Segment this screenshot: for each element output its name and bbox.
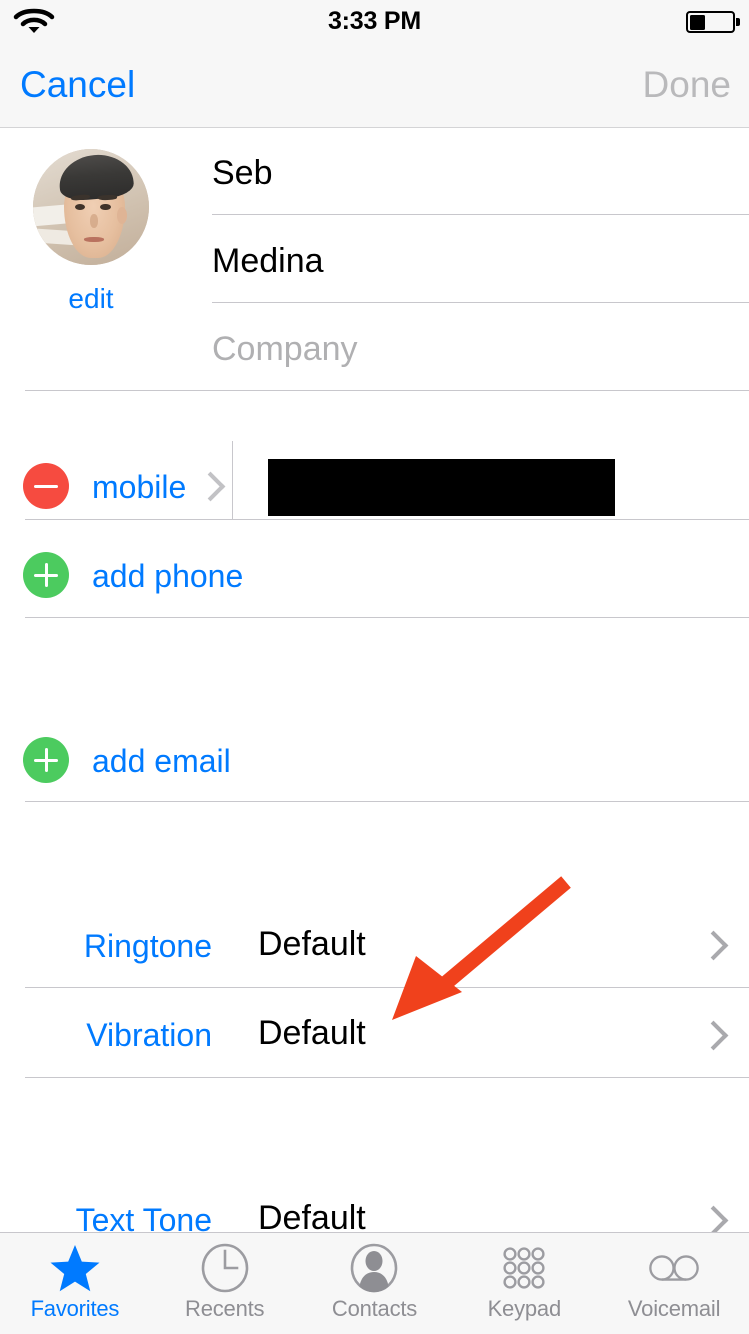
avatar-block: edit <box>33 149 149 315</box>
field-divider <box>212 214 749 215</box>
phone-number-redaction[interactable] <box>268 459 615 516</box>
status-bar-time: 3:33 PM <box>327 7 422 35</box>
avatar-eye <box>74 203 86 210</box>
clock-icon <box>198 1242 252 1294</box>
field-divider <box>212 302 749 303</box>
chevron-right-icon <box>195 471 226 502</box>
tab-label: Contacts <box>331 1296 418 1321</box>
battery-level-fill <box>689 14 706 30</box>
status-bar: 3:33 PM <box>0 0 749 42</box>
phone-app-screen: 3:33 PM Cancel Done edit Seb Medina Comp… <box>0 0 749 1334</box>
avatar-nose <box>89 213 98 228</box>
edit-photo-link[interactable]: edit <box>33 283 149 315</box>
ringtone-label[interactable]: Ringtone <box>52 928 212 965</box>
plus-icon <box>44 563 48 587</box>
tab-label: Favorites <box>30 1296 120 1321</box>
vibration-value: Default <box>258 1014 366 1052</box>
row-separator <box>232 441 233 519</box>
chevron-right-icon <box>698 930 729 961</box>
avatar[interactable] <box>33 149 149 265</box>
remove-phone-button[interactable] <box>23 463 69 509</box>
keypad-icon <box>497 1242 551 1294</box>
chevron-right-icon <box>698 1020 729 1051</box>
navigation-bar: Cancel Done <box>0 42 749 128</box>
text-tone-value: Default <box>258 1199 366 1232</box>
avatar-ear <box>116 207 127 225</box>
tab-favorites[interactable]: Favorites <box>0 1233 150 1334</box>
tab-label: Recents <box>185 1296 265 1321</box>
last-name-field[interactable]: Medina <box>212 217 749 305</box>
field-divider <box>25 987 749 988</box>
voicemail-icon <box>647 1242 701 1294</box>
tab-recents[interactable]: Recents <box>150 1233 300 1334</box>
add-email-label[interactable]: add email <box>92 743 231 780</box>
tab-label: Keypad <box>487 1296 562 1321</box>
phone-type-label[interactable]: mobile <box>92 469 186 506</box>
add-phone-label[interactable]: add phone <box>92 558 243 595</box>
field-divider <box>25 519 749 520</box>
company-field[interactable]: Company <box>212 305 749 393</box>
add-phone-button[interactable] <box>23 552 69 598</box>
person-icon <box>347 1242 401 1294</box>
field-divider <box>25 390 749 391</box>
minus-icon <box>34 484 58 488</box>
ringtone-value: Default <box>258 925 366 963</box>
done-button[interactable]: Done <box>643 42 731 127</box>
text-tone-label[interactable]: Text Tone <box>52 1202 212 1232</box>
first-name-field[interactable]: Seb <box>212 129 749 217</box>
vibration-label[interactable]: Vibration <box>52 1017 212 1054</box>
tab-contacts[interactable]: Contacts <box>300 1233 450 1334</box>
edit-contact-form: edit Seb Medina Company mobile add phone <box>0 129 749 1232</box>
avatar-eye <box>100 203 111 210</box>
avatar-mouth <box>84 237 104 242</box>
chevron-right-icon <box>698 1205 729 1232</box>
field-divider <box>25 1077 749 1078</box>
cancel-button[interactable]: Cancel <box>20 42 135 127</box>
add-email-button[interactable] <box>23 737 69 783</box>
tab-voicemail[interactable]: Voicemail <box>599 1233 749 1334</box>
plus-icon <box>44 748 48 772</box>
field-divider <box>25 801 749 802</box>
star-icon <box>48 1242 102 1294</box>
tab-bar: Favorites Recents Contacts Keypad Voicem… <box>0 1232 749 1334</box>
field-divider <box>25 617 749 618</box>
tab-keypad[interactable]: Keypad <box>449 1233 599 1334</box>
tab-label: Voicemail <box>627 1296 721 1321</box>
battery-icon <box>686 11 740 33</box>
